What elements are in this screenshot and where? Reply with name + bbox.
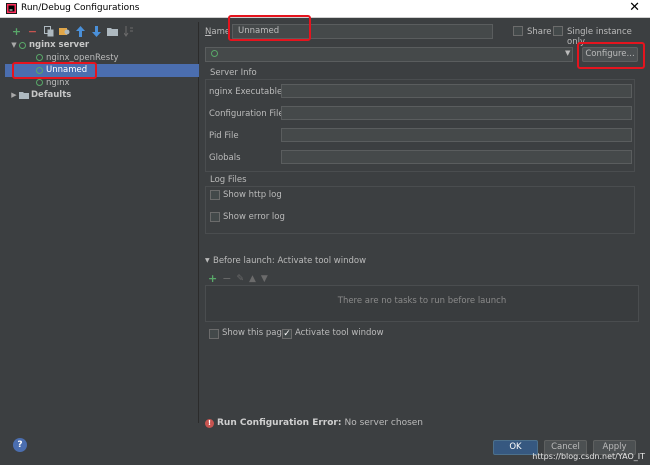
activate-tool-window-label: Activate tool window — [295, 328, 384, 338]
empty-tasks-message: There are no tasks to run before launch — [337, 296, 507, 306]
single-instance-checkbox[interactable] — [553, 26, 563, 36]
copy-icon[interactable] — [43, 25, 54, 37]
pid-file-label: Pid File — [209, 131, 239, 141]
before-launch-task-list: There are no tasks to run before launch — [205, 285, 639, 322]
remove-icon[interactable]: − — [27, 25, 38, 37]
server-select[interactable] — [205, 47, 573, 62]
sort-icon[interactable] — [123, 25, 134, 37]
move-up-icon[interactable] — [75, 25, 86, 37]
tree-group-nginx-server[interactable]: ▼ nginx server — [5, 39, 199, 52]
name-label: Name — [205, 27, 231, 37]
show-this-page-label: Show this page — [222, 328, 288, 338]
title-bar: Run/Debug Configurations ✕ — [0, 0, 650, 18]
close-icon[interactable]: ✕ — [629, 1, 640, 15]
move-down-icon[interactable] — [91, 25, 102, 37]
nginx-server-icon — [36, 79, 43, 87]
error-prefix: Run Configuration Error: — [217, 418, 342, 428]
nginx-server-icon — [19, 41, 26, 49]
configurations-panel: + − ▼ nginx server nginx_openResty Unnam… — [5, 22, 199, 423]
before-launch-title[interactable]: Before launch: Activate tool window — [213, 256, 366, 266]
globals-label: Globals — [209, 153, 241, 163]
section-expanded-icon[interactable]: ▼ — [205, 257, 210, 264]
tree-group-defaults[interactable]: ▶ Defaults — [5, 89, 199, 102]
highlight-configure-button — [577, 42, 645, 69]
help-button[interactable]: ? — [13, 438, 27, 452]
configuration-file-input[interactable] — [281, 106, 632, 120]
expanded-arrow-icon[interactable]: ▼ — [9, 41, 19, 49]
globals-input[interactable] — [281, 150, 632, 164]
log-files-title: Log Files — [210, 175, 247, 185]
defaults-wrench-icon — [19, 92, 29, 100]
window-title: Run/Debug Configurations — [21, 3, 140, 13]
watermark-text: https://blog.csdn.net/YAO_IT — [532, 452, 645, 461]
activate-tool-window-checkbox[interactable]: ✓ — [282, 329, 292, 339]
collapsed-arrow-icon[interactable]: ▶ — [9, 91, 19, 99]
move-task-down-icon[interactable]: ▼ — [261, 274, 268, 284]
tree-item-label: nginx — [46, 77, 70, 88]
highlight-name-field — [228, 15, 311, 41]
settings-icon[interactable] — [59, 25, 70, 37]
error-message-row: ! Run Configuration Error: No server cho… — [205, 418, 423, 428]
edit-task-icon[interactable]: ✎ — [236, 274, 244, 284]
highlight-unnamed-item — [12, 62, 97, 79]
add-task-icon[interactable]: + — [208, 272, 217, 285]
add-icon[interactable]: + — [11, 25, 22, 37]
tree-toolbar: + − — [11, 24, 134, 38]
move-task-up-icon[interactable]: ▲ — [249, 274, 256, 284]
dropdown-arrow-icon[interactable]: ▼ — [565, 49, 570, 57]
show-error-log-checkbox[interactable] — [210, 212, 220, 222]
error-text: No server chosen — [344, 418, 424, 428]
intellij-app-icon — [6, 3, 17, 14]
share-label: Share — [527, 27, 552, 37]
tree-group-label: nginx server — [29, 40, 90, 51]
remove-task-icon[interactable]: − — [222, 272, 231, 285]
server-info-title: Server Info — [210, 68, 257, 78]
pid-file-input[interactable] — [281, 128, 632, 142]
nginx-executable-input[interactable] — [281, 84, 632, 98]
show-this-page-checkbox[interactable] — [209, 329, 219, 339]
configuration-file-label: Configuration File — [209, 109, 284, 119]
show-http-log-checkbox[interactable] — [210, 190, 220, 200]
ok-button[interactable]: OK — [493, 440, 538, 455]
share-checkbox[interactable] — [513, 26, 523, 36]
error-icon: ! — [205, 418, 214, 428]
tree-group-label: Defaults — [31, 90, 72, 101]
show-error-log-label: Show error log — [223, 212, 285, 222]
nginx-executable-label: nginx Executable — [209, 87, 283, 97]
folder-icon[interactable] — [107, 25, 118, 37]
show-http-log-label: Show http log — [223, 190, 282, 200]
nginx-server-icon — [211, 50, 218, 57]
before-launch-toolbar: + − ✎ ▲ ▼ — [208, 272, 268, 285]
nginx-server-icon — [36, 54, 43, 62]
